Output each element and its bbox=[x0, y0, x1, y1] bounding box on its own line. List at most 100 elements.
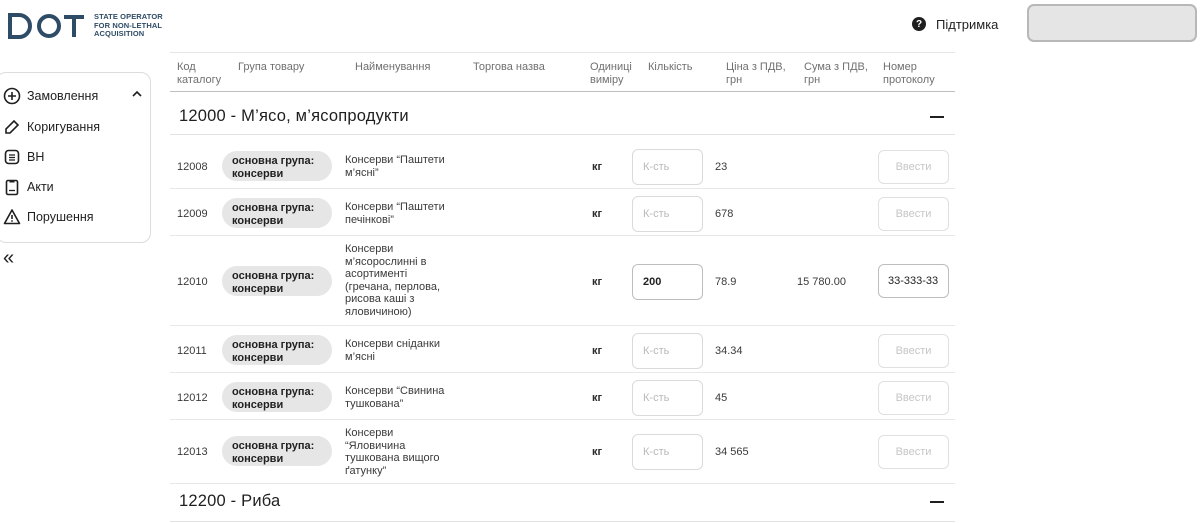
sidebar-item-label: Замовлення bbox=[27, 89, 99, 103]
protocol-input[interactable]: 33-333-33 bbox=[878, 264, 949, 298]
cell-name: Консерви “Яловичина тушкована вищого ґат… bbox=[345, 427, 465, 477]
sidebar-item-acts[interactable]: Акти bbox=[3, 176, 54, 198]
warning-triangle-icon bbox=[3, 208, 21, 226]
cell-unit: кг bbox=[592, 392, 603, 404]
quantity-input[interactable]: 200 bbox=[632, 264, 703, 300]
cell-code: 12008 bbox=[177, 161, 208, 173]
group-row-meat[interactable]: 12000 - М’ясо, м’ясопродукти bbox=[170, 99, 955, 135]
group-badge-line: консерви bbox=[232, 351, 284, 364]
plus-circle-icon bbox=[3, 87, 21, 105]
logo[interactable]: STATE OPERATOR FOR NON-LETHAL ACQUISITIO… bbox=[8, 8, 178, 44]
column-header-sum[interactable]: Сума з ПДВ, грн bbox=[804, 61, 868, 87]
protocol-input[interactable]: Ввести bbox=[878, 381, 949, 415]
chevron-up-icon[interactable] bbox=[130, 87, 144, 101]
cell-unit: кг bbox=[592, 161, 603, 173]
sidebar-item-corrections[interactable]: Коригування bbox=[3, 116, 100, 138]
cell-name-line: тушкована вищого bbox=[345, 452, 440, 464]
group-badge-line: консерви bbox=[232, 167, 284, 180]
column-header-price[interactable]: Ціна з ПДВ, грн bbox=[726, 61, 786, 87]
column-header-name[interactable]: Найменування bbox=[355, 61, 430, 74]
group-badge-line: консерви bbox=[232, 452, 284, 465]
protocol-input[interactable]: Ввести bbox=[878, 150, 949, 184]
table-row: 12008 основна група: консерви Консерви “П… bbox=[170, 142, 955, 189]
cell-name: Консерви “Свинина тушкована” bbox=[345, 385, 465, 410]
group-badge-line: основна група: bbox=[232, 202, 315, 214]
table-row: 12010 основна група: консерви Консерви м’… bbox=[170, 236, 955, 326]
group-badge: основна група: консерви bbox=[222, 151, 332, 181]
table-row: 12011 основна група: консерви Консерви сн… bbox=[170, 326, 955, 373]
group-badge: основна група: консерви bbox=[222, 266, 332, 296]
column-header-code[interactable]: Код каталогу bbox=[177, 61, 221, 87]
sidebar-item-label: Акти bbox=[27, 180, 54, 194]
dot-logo-icon bbox=[8, 13, 84, 39]
sidebar-item-orders[interactable]: Замовлення bbox=[3, 85, 142, 107]
table-row: 12012 основна група: консерви Консерви “С… bbox=[170, 373, 955, 420]
logo-subtitle-line: ACQUISITION bbox=[94, 29, 145, 39]
column-header-line: Одиниці bbox=[590, 61, 632, 73]
logo-subtitle: STATE OPERATOR FOR NON-LETHAL ACQUISITIO… bbox=[94, 13, 163, 39]
cell-name: Консерви м’ясорослинні в асортименті (гр… bbox=[345, 243, 465, 318]
cell-price: 34 565 bbox=[715, 446, 749, 458]
cell-name: Консерви “Паштети печінкові” bbox=[345, 201, 465, 226]
quantity-input[interactable]: К-сть bbox=[632, 149, 703, 185]
column-header-line: Сума з ПДВ, bbox=[804, 61, 868, 73]
quantity-input[interactable]: К-сть bbox=[632, 434, 703, 470]
list-document-icon bbox=[3, 148, 21, 166]
cell-name-line: Консерви “Паштети bbox=[345, 201, 445, 213]
column-header-group[interactable]: Група товару bbox=[238, 61, 304, 74]
cell-name-line: (гречана, перлова, bbox=[345, 280, 441, 293]
table-row: 12009 основна група: консерви Консерви “П… bbox=[170, 189, 955, 236]
group-badge-line: консерви bbox=[232, 214, 284, 227]
cell-unit: кг bbox=[592, 276, 603, 288]
sidebar-item-label: Порушення bbox=[27, 210, 94, 224]
group-badge: основна група: консерви bbox=[222, 382, 332, 412]
protocol-input[interactable]: Ввести bbox=[878, 435, 949, 469]
column-header-line: виміру bbox=[590, 74, 624, 86]
cell-price: 23 bbox=[715, 161, 728, 173]
cell-name-line: Консерви сніданки bbox=[345, 338, 440, 350]
cell-unit: кг bbox=[592, 345, 603, 357]
sidebar-item-violations[interactable]: Порушення bbox=[3, 206, 94, 228]
minus-icon[interactable] bbox=[930, 501, 944, 503]
protocol-input[interactable]: Ввести bbox=[878, 334, 949, 368]
column-header-line: протоколу bbox=[883, 74, 935, 86]
clipboard-icon bbox=[3, 178, 21, 196]
group-badge-line: консерви bbox=[232, 282, 284, 295]
quantity-input[interactable]: К-сть bbox=[632, 196, 703, 232]
cell-price: 45 bbox=[715, 392, 728, 404]
cell-name-line: м’ясні” bbox=[345, 166, 379, 179]
group-title: 12200 - Риба bbox=[179, 492, 281, 510]
group-badge-line: консерви bbox=[232, 398, 284, 411]
cell-name-line: “Яловичина bbox=[345, 439, 406, 452]
cell-name-line: Консерви “Паштети bbox=[345, 154, 445, 166]
support-link[interactable]: ? Підтримка bbox=[912, 14, 998, 34]
column-header-trade-name[interactable]: Торгова назва bbox=[473, 61, 545, 74]
collapse-sidebar-button[interactable]: « bbox=[3, 248, 14, 268]
column-header-protocol[interactable]: Номер протоколу bbox=[883, 61, 935, 87]
cell-name-line: ґатунку” bbox=[345, 464, 387, 477]
column-header-quantity[interactable]: Кількість bbox=[648, 61, 693, 74]
sidebar-item-vn[interactable]: ВН bbox=[3, 146, 44, 168]
cell-name: Консерви “Паштети м’ясні” bbox=[345, 154, 465, 179]
quantity-input[interactable]: К-сть bbox=[632, 380, 703, 416]
column-header-line: Найменування bbox=[355, 61, 431, 73]
cell-code: 12009 bbox=[177, 208, 208, 220]
user-profile-box[interactable] bbox=[1027, 4, 1197, 42]
column-header-line: Ціна з ПДВ, bbox=[726, 61, 786, 73]
cell-name-line: печінкові” bbox=[345, 213, 394, 226]
quantity-input[interactable]: К-сть bbox=[632, 333, 703, 369]
cell-name-line: Консерви “Свинина bbox=[345, 385, 445, 397]
cell-price: 678 bbox=[715, 208, 734, 220]
group-row-fish[interactable]: 12200 - Риба bbox=[170, 484, 955, 522]
cell-sum: 15 780.00 bbox=[797, 276, 846, 288]
cell-unit: кг bbox=[592, 208, 603, 220]
cell-name: Консерви сніданки м’ясні bbox=[345, 338, 465, 363]
column-header-line: каталогу bbox=[177, 74, 222, 86]
group-title: 12000 - М’ясо, м’ясопродукти bbox=[179, 107, 409, 125]
cell-price: 34.34 bbox=[715, 345, 743, 357]
minus-icon[interactable] bbox=[930, 116, 944, 118]
group-badge-line: основна група: bbox=[232, 339, 315, 351]
column-header-line: Група товару bbox=[238, 61, 305, 73]
column-header-unit[interactable]: Одиниці виміру bbox=[590, 61, 632, 87]
protocol-input[interactable]: Ввести bbox=[878, 197, 949, 231]
